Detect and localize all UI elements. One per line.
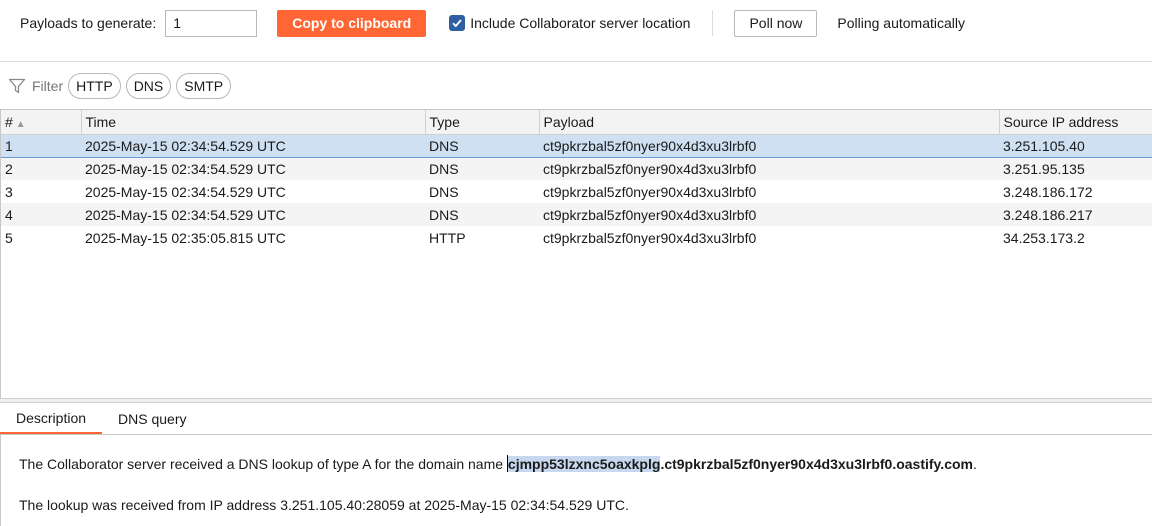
toolbar: Payloads to generate: Copy to clipboard … [0,0,1152,46]
cell-number: 3 [5,183,13,200]
tab-dns-query[interactable]: DNS query [102,403,202,434]
cell-time: 2025-May-15 02:34:54.529 UTC [81,157,425,180]
poll-status: Polling automatically [837,15,965,31]
cell-number: 2 [1,157,81,180]
cell-time: 2025-May-15 02:34:54.529 UTC [85,183,286,200]
table-row[interactable]: 1 2025-May-15 02:34:54.529 UTC DNS ct9pk… [1,133,1152,158]
cell-source-ip: 3.248.186.172 [1003,183,1093,200]
table-row[interactable]: 5 2025-May-15 02:35:05.815 UTC HTTP ct9p… [1,226,1152,249]
include-location-label[interactable]: Include Collaborator server location [470,15,690,31]
domain-name[interactable]: cjmpp53lzxnc5oaxkplg.ct9pkrzbal5zf0nyer9… [506,455,973,472]
filter-label: Filter [32,78,64,94]
toolbar-divider-line [0,61,1152,62]
table-header: # ▲ Time Type Payload Source IP address [1,110,1152,135]
cell-time: 2025-May-15 02:34:54.529 UTC [81,203,425,226]
cell-number: 1 [1,133,81,158]
domain-rest: .ct9pkrzbal5zf0nyer90x4d3xu3lrbf0.oastif… [660,456,973,472]
sort-ascending-icon: ▲ [15,118,26,130]
cell-type: DNS [425,133,539,158]
cell-payload: ct9pkrzbal5zf0nyer90x4d3xu3lrbf0 [539,157,999,180]
description-pane: The Collaborator server received a DNS l… [0,435,1152,526]
toolbar-divider [712,10,714,36]
cell-source-ip: 34.253.173.2 [1003,229,1085,246]
cell-source-ip: 3.251.105.40 [999,133,1152,158]
cell-type: HTTP [429,229,466,246]
cell-type: DNS [429,183,459,200]
cell-source-ip: 3.251.95.135 [999,157,1152,180]
filter-icon[interactable] [8,77,26,95]
payloads-label: Payloads to generate: [20,15,157,31]
column-header-number[interactable]: # ▲ [1,110,82,135]
description-line-domain: The Collaborator server received a DNS l… [19,455,977,472]
cell-type: DNS [425,203,539,226]
column-header-time[interactable]: Time [81,110,426,135]
cell-payload: ct9pkrzbal5zf0nyer90x4d3xu3lrbf0 [543,183,757,200]
filter-chip-smtp[interactable]: SMTP [176,73,232,99]
table-row[interactable]: 2 2025-May-15 02:34:54.529 UTC DNS ct9pk… [1,157,1152,180]
copy-to-clipboard-button[interactable]: Copy to clipboard [277,9,427,37]
cell-number: 5 [5,229,13,246]
check-icon [452,19,462,28]
cell-time: 2025-May-15 02:35:05.815 UTC [85,229,286,246]
cell-source-ip: 3.248.186.217 [999,203,1152,226]
cell-number: 4 [1,203,81,226]
cell-payload: ct9pkrzbal5zf0nyer90x4d3xu3lrbf0 [543,229,757,246]
column-header-payload[interactable]: Payload [539,110,1000,135]
cell-time: 2025-May-15 02:34:54.529 UTC [81,133,425,158]
tab-description[interactable]: Description [0,403,103,434]
column-header-type[interactable]: Type [425,110,540,135]
table-row[interactable]: 4 2025-May-15 02:34:54.529 UTC DNS ct9pk… [1,203,1152,226]
table-row[interactable]: 3 2025-May-15 02:34:54.529 UTC DNS ct9pk… [1,180,1152,203]
description-prefix: The Collaborator server received a DNS l… [19,456,507,472]
filter-chip-dns[interactable]: DNS [125,73,172,99]
description-line-source: The lookup was received from IP address … [19,497,629,513]
interactions-table: # ▲ Time Type Payload Source IP address 1… [0,109,1152,398]
payloads-count-input[interactable] [165,9,258,37]
include-location-checkbox[interactable] [449,15,466,31]
cell-payload: ct9pkrzbal5zf0nyer90x4d3xu3lrbf0 [539,133,999,158]
column-header-source-ip[interactable]: Source IP address [999,110,1152,135]
poll-now-button[interactable]: Poll now [734,9,818,37]
filter-chip-http[interactable]: HTTP [68,73,121,99]
cell-payload: ct9pkrzbal5zf0nyer90x4d3xu3lrbf0 [539,203,999,226]
filter-bar: Filter HTTP DNS SMTP [0,72,232,100]
description-suffix: . [972,456,977,472]
detail-tabs: Description DNS query [0,403,1152,434]
domain-selected-text: cjmpp53lzxnc5oaxkplg [507,456,661,472]
cell-type: DNS [425,157,539,180]
